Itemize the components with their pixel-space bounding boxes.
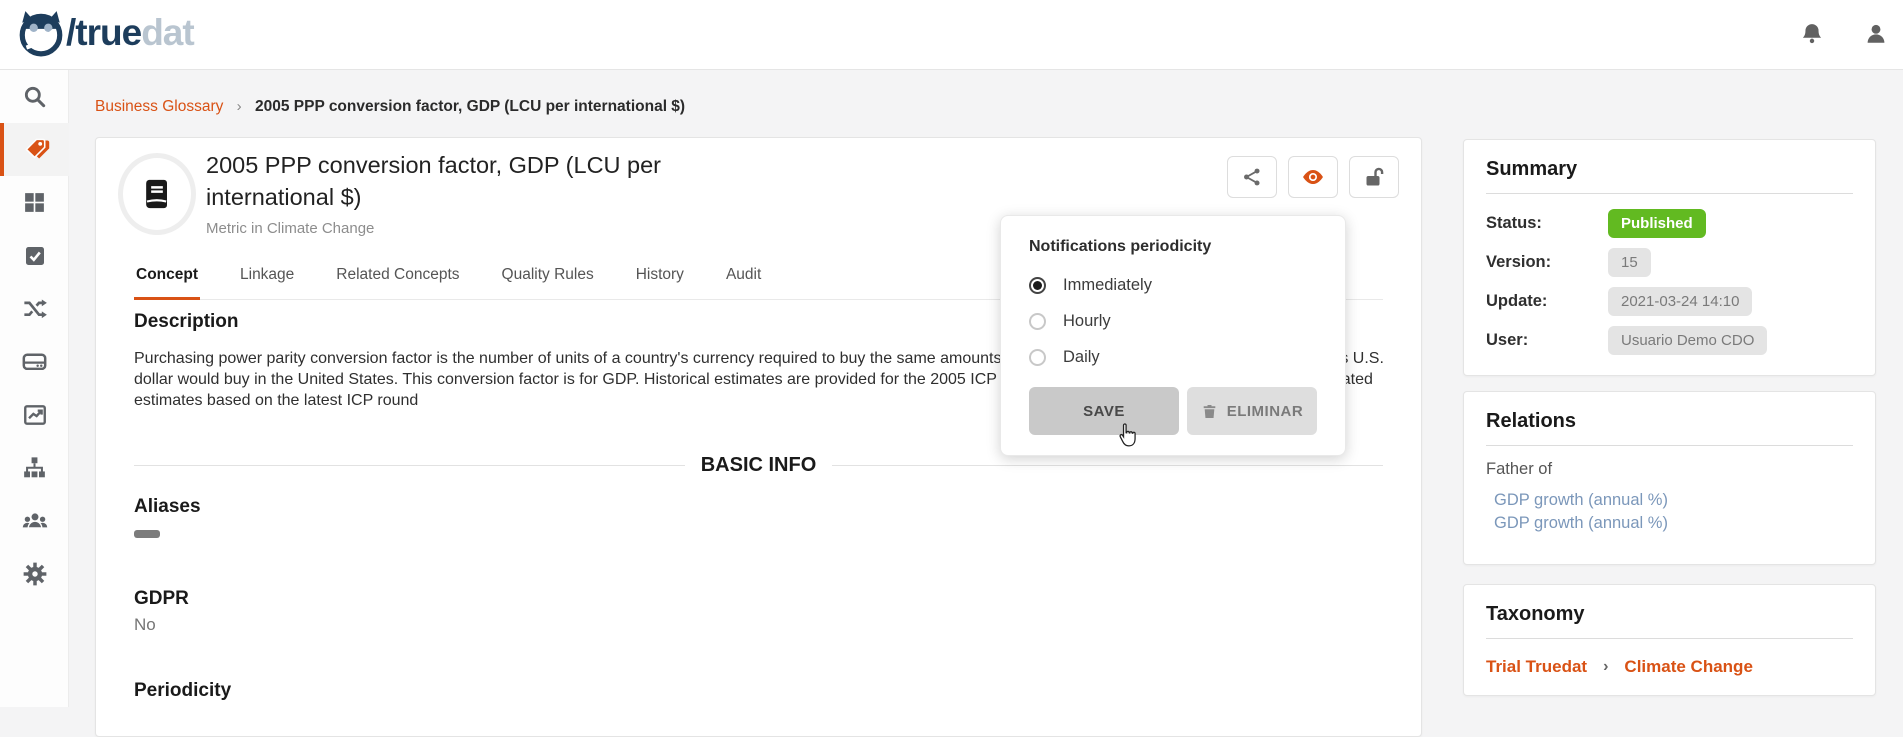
relations-card: Relations Father of GDP growth (annual %… xyxy=(1463,391,1876,565)
lineage-icon xyxy=(21,454,48,481)
save-button[interactable]: SAVE xyxy=(1029,387,1179,435)
summary-title: Summary xyxy=(1464,140,1875,193)
top-header: /truedat xyxy=(0,0,1903,70)
gdpr-heading: GDPR xyxy=(134,588,189,610)
relation-link[interactable]: GDP growth (annual %) xyxy=(1494,514,1853,533)
update-badge: 2021-03-24 14:10 xyxy=(1608,287,1752,316)
user-badge: Usuario Demo CDO xyxy=(1608,326,1767,355)
taxonomy-card: Taxonomy Trial Truedat › Climate Change xyxy=(1463,584,1876,696)
aliases-heading: Aliases xyxy=(134,496,201,518)
relations-group-label: Father of xyxy=(1486,460,1853,479)
logo-text: /truedat xyxy=(66,12,194,54)
summary-row-status: Status: Published xyxy=(1486,208,1853,238)
users-icon xyxy=(21,507,49,535)
eye-icon xyxy=(1300,164,1326,190)
concept-subtitle: Metric in Climate Change xyxy=(206,220,374,237)
owl-icon xyxy=(16,8,66,58)
user-icon[interactable] xyxy=(1862,20,1890,48)
lock-open-icon xyxy=(1362,165,1386,189)
status-badge: Published xyxy=(1608,209,1706,238)
sidebar-item-settings[interactable] xyxy=(0,547,69,600)
taxonomy-title: Taxonomy xyxy=(1464,585,1875,638)
breadcrumb: Business Glossary › 2005 PPP conversion … xyxy=(95,98,685,116)
concept-actions xyxy=(1227,156,1399,198)
radio-icon[interactable] xyxy=(1029,349,1046,366)
share-button[interactable] xyxy=(1227,156,1277,198)
radio-option-daily[interactable]: Daily xyxy=(1029,348,1317,367)
user-label: User: xyxy=(1486,331,1608,350)
radio-icon[interactable] xyxy=(1029,277,1046,294)
tasks-icon xyxy=(23,244,47,268)
sidebar-item-glossary[interactable] xyxy=(0,123,69,176)
relations-title: Relations xyxy=(1464,392,1875,445)
notifications-popup: Notifications periodicity Immediately Ho… xyxy=(1000,215,1346,456)
breadcrumb-current: 2005 PPP conversion factor, GDP (LCU per… xyxy=(255,98,685,115)
radio-label: Immediately xyxy=(1063,276,1152,295)
status-label: Status: xyxy=(1486,214,1608,233)
sidebar-item-dashboards[interactable] xyxy=(0,388,69,441)
radio-option-immediately[interactable]: Immediately xyxy=(1029,276,1317,295)
sidebar-item-lineage[interactable] xyxy=(0,441,69,494)
periodicity-heading: Periodicity xyxy=(134,680,231,702)
tab-history[interactable]: History xyxy=(634,266,686,299)
left-sidebar xyxy=(0,70,69,707)
aliases-empty-dash xyxy=(134,530,160,538)
page-title: 2005 PPP conversion factor, GDP (LCU per… xyxy=(206,150,716,213)
update-label: Update: xyxy=(1486,292,1608,311)
summary-row-update: Update: 2021-03-24 14:10 xyxy=(1486,286,1853,316)
breadcrumb-separator: › xyxy=(237,98,242,115)
data-drawer-icon xyxy=(21,348,48,375)
trash-icon xyxy=(1201,403,1218,420)
basic-info-divider: BASIC INFO xyxy=(134,454,1383,477)
tab-audit[interactable]: Audit xyxy=(724,266,763,299)
version-label: Version: xyxy=(1486,253,1608,272)
shuffle-icon xyxy=(21,295,48,322)
truedat-logo[interactable]: /truedat xyxy=(16,8,194,58)
summary-card: Summary Status: Published Version: 15 Up… xyxy=(1463,139,1876,376)
popup-title: Notifications periodicity xyxy=(1029,238,1317,256)
divider-line xyxy=(134,465,685,466)
taxonomy-link-subdomain[interactable]: Climate Change xyxy=(1624,657,1752,677)
divider-line xyxy=(832,465,1383,466)
lock-button[interactable] xyxy=(1349,156,1399,198)
tab-linkage[interactable]: Linkage xyxy=(238,266,296,299)
bell-icon[interactable] xyxy=(1798,20,1826,48)
description-heading: Description xyxy=(134,311,239,333)
sidebar-item-structures[interactable] xyxy=(0,176,69,229)
tab-related-concepts[interactable]: Related Concepts xyxy=(334,266,461,299)
radio-label: Daily xyxy=(1063,348,1100,367)
gdpr-value: No xyxy=(134,615,156,635)
book-icon xyxy=(137,174,177,214)
delete-button[interactable]: ELIMINAR xyxy=(1187,387,1317,435)
radio-option-hourly[interactable]: Hourly xyxy=(1029,312,1317,331)
watch-button[interactable] xyxy=(1288,156,1338,198)
radio-label: Hourly xyxy=(1063,312,1111,331)
sidebar-item-users[interactable] xyxy=(0,494,69,547)
chevron-right-icon: › xyxy=(1603,658,1608,676)
sidebar-item-quality[interactable] xyxy=(0,229,69,282)
taxonomy-link-domain[interactable]: Trial Truedat xyxy=(1486,657,1587,677)
tab-concept[interactable]: Concept xyxy=(134,266,200,300)
grid-icon xyxy=(22,190,47,215)
summary-row-user: User: Usuario Demo CDO xyxy=(1486,325,1853,355)
taxonomy-path: Trial Truedat › Climate Change xyxy=(1486,653,1853,677)
radio-icon[interactable] xyxy=(1029,313,1046,330)
sidebar-item-linkage[interactable] xyxy=(0,282,69,335)
chart-icon xyxy=(22,402,48,428)
version-badge: 15 xyxy=(1608,248,1651,277)
tags-icon xyxy=(23,136,50,163)
settings-icon xyxy=(22,561,48,587)
summary-row-version: Version: 15 xyxy=(1486,247,1853,277)
delete-button-label: ELIMINAR xyxy=(1227,403,1304,420)
search-icon xyxy=(22,84,48,110)
tab-quality-rules[interactable]: Quality Rules xyxy=(500,266,596,299)
sidebar-item-data-sources[interactable] xyxy=(0,335,69,388)
relation-link[interactable]: GDP growth (annual %) xyxy=(1494,491,1853,510)
sidebar-item-search[interactable] xyxy=(0,70,69,123)
breadcrumb-root-link[interactable]: Business Glossary xyxy=(95,98,223,115)
basic-info-label: BASIC INFO xyxy=(701,454,817,477)
share-icon xyxy=(1241,166,1263,188)
concept-avatar xyxy=(118,153,196,235)
